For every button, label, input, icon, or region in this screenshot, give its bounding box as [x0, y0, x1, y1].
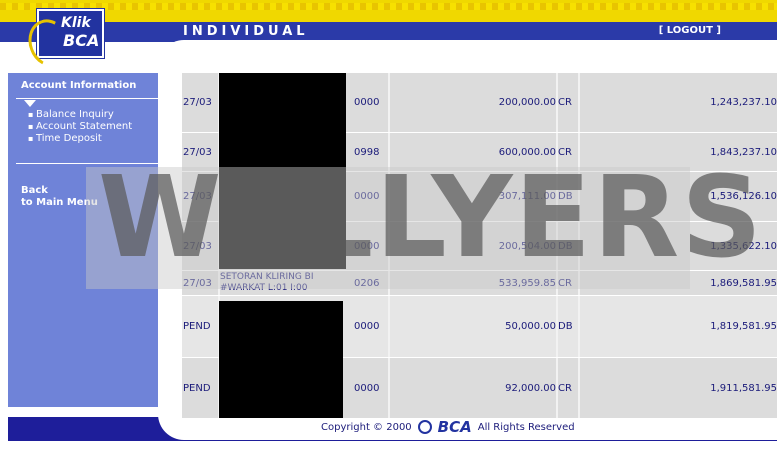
txn-balance: 1,536,126.10 — [710, 191, 777, 202]
expand-arrow-icon — [24, 100, 36, 107]
bca-logo-icon — [417, 420, 432, 434]
txn-amount: 200,504.00 — [498, 240, 556, 252]
redaction-block — [219, 301, 343, 418]
column-divider — [578, 222, 580, 270]
sidebar-item-time-deposit[interactable]: Time Deposit — [28, 133, 132, 145]
txn-branch: 0000 — [354, 382, 380, 394]
sidebar-divider — [16, 98, 158, 99]
txn-branch: 0000 — [354, 97, 380, 108]
back-label: Back — [21, 185, 48, 196]
txn-balance: 1,335,622.10 — [710, 240, 777, 252]
sidebar: Account Information Balance Inquiry Acco… — [8, 73, 158, 407]
column-divider — [556, 222, 558, 270]
column-divider — [388, 271, 390, 295]
rights-text: All Rights Reserved — [477, 421, 575, 433]
redaction-block — [219, 73, 346, 269]
txn-date: PEND — [183, 321, 211, 332]
column-divider — [578, 358, 580, 418]
header-stripe — [0, 0, 777, 22]
txn-description: SETORAN KLIRING BI #WARKAT L:01 I:00 — [219, 271, 347, 295]
txn-type: CR — [558, 97, 572, 108]
column-divider — [556, 358, 558, 418]
txn-date: 27/03 — [183, 146, 212, 158]
footer: Copyright © 2000 BCA All Rights Reserved — [321, 418, 575, 436]
txn-date: PEND — [183, 382, 211, 394]
column-divider — [578, 271, 580, 295]
txn-branch: 0000 — [354, 321, 380, 332]
column-divider — [388, 73, 390, 132]
txn-amount: 50,000.00 — [505, 321, 556, 332]
sidebar-divider — [16, 163, 158, 164]
sidebar-item-account-statement[interactable]: Account Statement — [28, 121, 132, 133]
txn-balance: 1,819,581.95 — [710, 321, 777, 332]
column-divider — [556, 73, 558, 132]
column-divider — [556, 133, 558, 171]
txn-type: DB — [558, 321, 573, 332]
txn-date: 27/03 — [183, 240, 212, 252]
sidebar-title: Account Information — [21, 80, 137, 91]
txn-date: 27/03 — [183, 277, 212, 289]
column-divider — [388, 296, 390, 357]
back-label-sub: to Main Menu — [21, 197, 98, 208]
txn-branch: 0000 — [354, 240, 380, 252]
sidebar-menu: Balance Inquiry Account Statement Time D… — [28, 109, 132, 145]
column-divider — [388, 222, 390, 270]
column-divider — [578, 172, 580, 221]
txn-balance: 1,911,581.95 — [710, 382, 777, 394]
column-divider — [578, 133, 580, 171]
column-divider — [388, 358, 390, 418]
column-divider — [388, 172, 390, 221]
txn-balance: 1,243,237.10 — [710, 97, 777, 108]
txn-type: DB — [558, 240, 573, 252]
txn-branch: 0000 — [354, 191, 380, 202]
txn-description-text: SETORAN KLIRING BI #WARKAT L:01 I:00 — [220, 272, 314, 293]
txn-amount: 533,959.85 — [498, 277, 556, 289]
column-divider — [578, 296, 580, 357]
txn-amount: 200,000.00 — [498, 97, 556, 108]
column-divider — [218, 271, 220, 295]
txn-type: CR — [558, 146, 572, 158]
klikbca-logo[interactable]: Klik BCA — [21, 9, 104, 73]
column-divider — [556, 296, 558, 357]
logo-text-klik: Klik — [61, 15, 91, 31]
table-row: 27/03 SETORAN KLIRING BI #WARKAT L:01 I:… — [182, 271, 777, 295]
txn-date: 27/03 — [183, 191, 212, 202]
txn-branch: 0998 — [354, 146, 380, 158]
column-divider — [578, 73, 580, 132]
sidebar-item-balance-inquiry[interactable]: Balance Inquiry — [28, 109, 132, 121]
column-divider — [556, 271, 558, 295]
logout-link[interactable]: [ LOGOUT ] — [659, 25, 721, 36]
txn-type: CR — [558, 277, 572, 289]
column-divider — [556, 172, 558, 221]
txn-balance: 1,869,581.95 — [710, 277, 777, 289]
txn-date: 27/03 — [183, 97, 212, 108]
txn-amount: 600,000.00 — [498, 146, 556, 158]
txn-amount: 92,000.00 — [505, 382, 556, 394]
column-divider — [388, 133, 390, 171]
statement-panel: 27/03 0000 200,000.00 CR 1,243,237.10 27… — [158, 40, 777, 440]
txn-amount: 307,111.00 — [498, 191, 556, 202]
logo-text-bca: BCA — [63, 31, 100, 50]
txn-type: DB — [558, 191, 573, 202]
page-title: INDIVIDUAL — [183, 24, 309, 39]
txn-branch: 0206 — [354, 277, 380, 289]
bca-brand: BCA — [437, 418, 472, 436]
back-to-main-menu-link[interactable]: Back to Main Menu — [21, 185, 98, 209]
txn-balance: 1,843,237.10 — [710, 146, 777, 158]
copyright-text: Copyright © 2000 — [321, 421, 412, 433]
txn-type: CR — [558, 382, 572, 394]
